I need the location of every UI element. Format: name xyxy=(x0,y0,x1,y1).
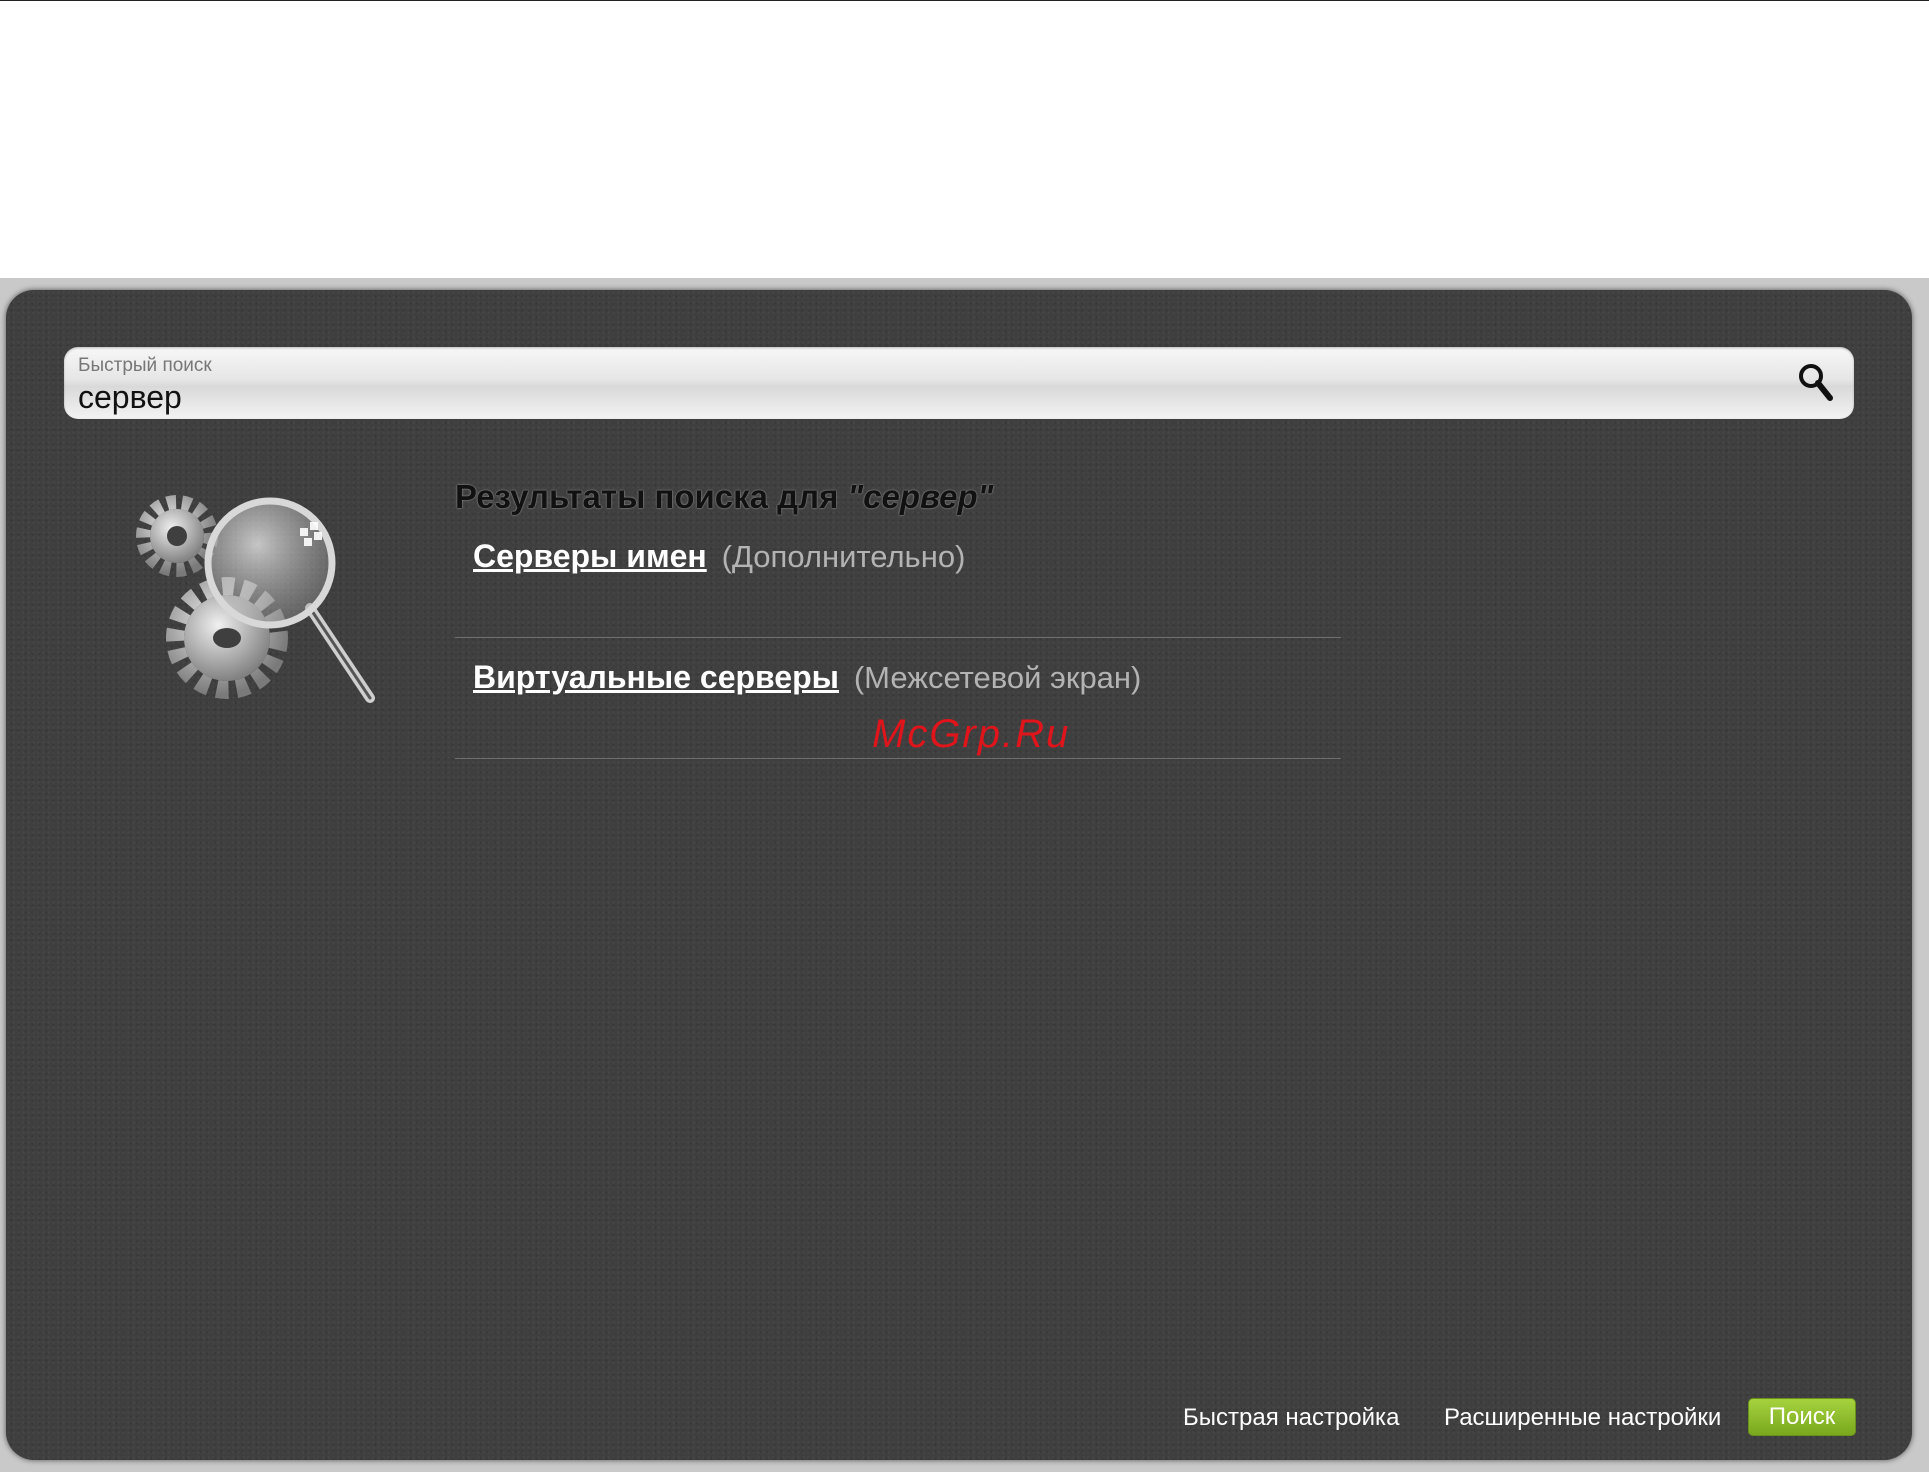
result-divider xyxy=(455,637,1341,638)
top-rule xyxy=(0,0,1929,1)
result-link-name-servers[interactable]: Серверы имен xyxy=(473,538,707,574)
gears-magnifier-icon xyxy=(136,495,375,703)
search-label: Быстрый поиск xyxy=(78,355,212,376)
quick-setup-link[interactable]: Быстрая настройка xyxy=(1183,1404,1399,1432)
advanced-settings-link[interactable]: Расширенные настройки xyxy=(1444,1404,1721,1432)
search-input[interactable] xyxy=(76,379,1760,415)
result-divider xyxy=(455,758,1341,759)
quick-search-bar[interactable]: Быстрый поиск xyxy=(64,347,1854,419)
result-item: Серверы имен (Дополнительно) xyxy=(473,538,965,575)
result-section: (Дополнительно) xyxy=(721,539,966,574)
results-title-prefix: Результаты поиска для xyxy=(455,478,839,515)
watermark: McGrp.Ru xyxy=(872,712,1071,756)
result-item: Виртуальные серверы (Межсетевой экран) xyxy=(473,659,1141,696)
main-panel xyxy=(6,290,1912,1460)
result-link-virtual-servers[interactable]: Виртуальные серверы xyxy=(473,659,839,695)
search-button[interactable]: Поиск xyxy=(1748,1398,1856,1436)
result-section: (Межсетевой экран) xyxy=(853,660,1142,695)
results-title: Результаты поиска для "сервер" xyxy=(455,478,993,516)
results-query: "сервер" xyxy=(847,478,994,515)
search-icon[interactable] xyxy=(1796,361,1836,405)
